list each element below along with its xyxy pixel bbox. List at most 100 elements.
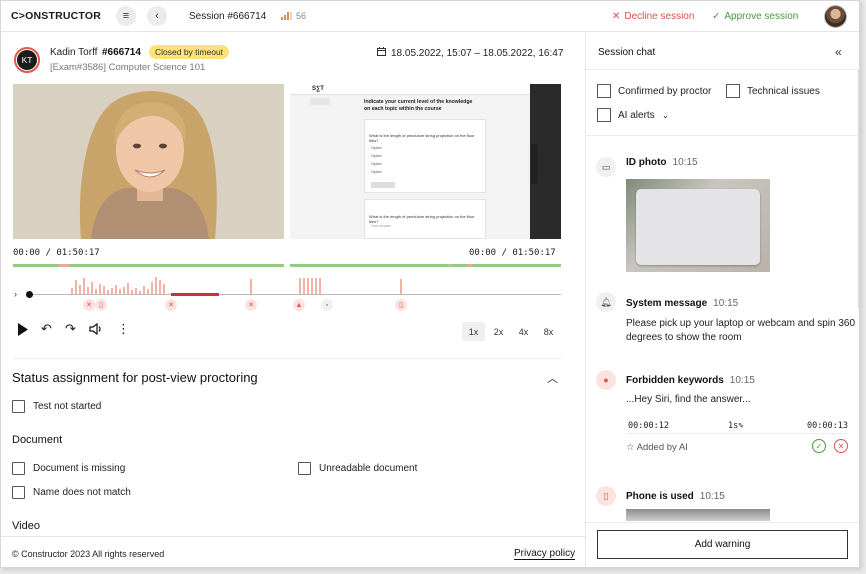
checkbox-test-not-started[interactable]: Test not started: [12, 400, 101, 413]
webcam-track: [13, 264, 284, 267]
checkbox-box[interactable]: [12, 486, 25, 499]
menu-icon[interactable]: ≡: [116, 6, 136, 26]
chat-scrollbar[interactable]: [858, 69, 859, 309]
volume-icon[interactable]: [89, 322, 103, 338]
checkbox-label: Unreadable document: [319, 463, 418, 474]
signal-bars-icon: [281, 12, 292, 20]
screen-option: Option: [371, 162, 382, 166]
chevron-up-icon[interactable]: ︿: [547, 370, 558, 386]
message-title: Phone is used 10:15: [626, 491, 725, 502]
collapse-panel-icon[interactable]: «: [835, 45, 842, 59]
approve-label: Approve session: [724, 11, 799, 22]
chevron-right-icon[interactable]: ›: [14, 289, 17, 299]
filter-label: AI alerts: [618, 109, 655, 121]
keywords-text: ...Hey Siri, find the answer...: [626, 394, 751, 405]
filter-technical-issues[interactable]: Technical issues: [726, 84, 820, 98]
decline-label: Decline session: [624, 11, 695, 22]
speed-8x-button[interactable]: 8x: [537, 322, 560, 341]
check-icon: ✓: [712, 11, 721, 22]
id-card: [636, 189, 760, 265]
student-name: Kadin Torff: [50, 47, 98, 58]
pencil-icon[interactable]: ✎: [738, 421, 743, 431]
screen-content: S∑T Indicate your current level of the k…: [290, 84, 538, 239]
system-message-text: Please pick up your laptop or webcam and…: [626, 318, 856, 343]
calendar-icon: [377, 47, 386, 59]
screen-question: What is the length of pendulum string pr…: [369, 133, 475, 143]
privacy-policy-link[interactable]: Privacy policy: [514, 548, 576, 560]
screen-question-2: What is the length of pendulum string pr…: [369, 214, 475, 224]
checkbox-box[interactable]: [597, 84, 611, 98]
constructor-logo: C>ONSTRUCTOR: [11, 10, 102, 22]
webcam-video[interactable]: [13, 84, 284, 239]
screen-track: [290, 264, 561, 267]
filter-label: Confirmed by proctor: [618, 85, 712, 97]
rewind-icon[interactable]: ↶: [41, 321, 52, 337]
timeline[interactable]: › ✕ ▯ ✕ ✕ ▲ ▫ ▯: [13, 263, 561, 313]
checkbox-box[interactable]: [12, 462, 25, 475]
chevron-down-icon[interactable]: ⌄: [662, 110, 670, 121]
webcam-frame: [13, 84, 284, 239]
microphone-icon: ●: [596, 370, 616, 390]
message-time: 10:15: [672, 157, 698, 168]
top-bar: C>ONSTRUCTOR ≡ ‹ Session #666714 56 ✕ De…: [1, 1, 859, 32]
phone-event-icon[interactable]: ▯: [395, 299, 407, 311]
playhead-handle[interactable]: [26, 291, 33, 298]
checkbox-label: Document is missing: [33, 463, 126, 474]
flagged-segment: [171, 293, 219, 296]
confirm-alert-button[interactable]: ✓: [812, 439, 826, 453]
checkbox-document-missing[interactable]: Document is missing: [12, 462, 125, 475]
checkbox-unreadable-document[interactable]: Unreadable document: [298, 462, 417, 475]
screen-share-video[interactable]: S∑T Indicate your current level of the k…: [290, 84, 561, 239]
clip-end-time: 00:00:13: [807, 421, 848, 431]
approve-session-button[interactable]: ✓ Approve session: [712, 11, 798, 22]
mute-event-icon[interactable]: ✕: [165, 299, 177, 311]
screen-heading: Indicate your current level of the knowl…: [364, 99, 473, 112]
filter-confirmed-by-proctor[interactable]: Confirmed by proctor: [597, 84, 711, 98]
id-photo-image[interactable]: [626, 179, 770, 272]
session-chat-panel: Session chat « Confirmed by proctor Tech…: [585, 32, 859, 567]
user-avatar[interactable]: [824, 5, 847, 28]
screen-brand: S∑T: [312, 86, 324, 92]
play-icon[interactable]: [17, 323, 29, 339]
phone-event-icon[interactable]: ▯: [95, 299, 107, 311]
back-icon[interactable]: ‹: [147, 6, 167, 26]
speed-1x-button[interactable]: 1x: [462, 322, 485, 341]
added-by-ai: ☆ Added by AI: [626, 442, 688, 453]
session-score: 56: [296, 11, 307, 21]
footer: © Constructor 2023 All rights reserved P…: [1, 536, 585, 567]
clip-duration[interactable]: 1s✎: [728, 421, 743, 431]
message-time: 10:15: [729, 375, 755, 386]
session-date-range: 18.05.2022, 15:07 – 18.05.2022, 16:47: [377, 47, 563, 59]
warning-event-icon[interactable]: ▲: [293, 299, 305, 311]
mute-event-icon[interactable]: ✕: [245, 299, 257, 311]
speed-2x-button[interactable]: 2x: [487, 322, 510, 341]
forward-icon[interactable]: ↷: [65, 321, 76, 337]
chat-title: Session chat: [598, 47, 656, 58]
mute-event-icon[interactable]: ✕: [83, 299, 95, 311]
reject-alert-button[interactable]: ✕: [834, 439, 848, 453]
comment-event-icon[interactable]: ▫: [321, 299, 333, 311]
add-warning-button[interactable]: Add warning: [597, 530, 848, 559]
close-icon: ✕: [612, 11, 621, 22]
decline-session-button[interactable]: ✕ Decline session: [612, 11, 694, 22]
screen-time: 00:00 / 01:50:17: [469, 248, 556, 258]
speed-4x-button[interactable]: 4x: [512, 322, 535, 341]
checkbox-box[interactable]: [12, 400, 25, 413]
phone-snapshot-image[interactable]: [626, 509, 770, 521]
message-title: System message 10:15: [626, 298, 739, 309]
checkbox-box[interactable]: [597, 108, 611, 122]
filter-ai-alerts[interactable]: AI alerts ⌄: [597, 108, 669, 122]
document-group-label: Document: [12, 434, 63, 446]
checkbox-name-mismatch[interactable]: Name does not match: [12, 486, 131, 499]
checkbox-box[interactable]: [726, 84, 740, 98]
copyright: © Constructor 2023 All rights reserved: [12, 549, 165, 559]
bell-icon: 🔔︎: [596, 292, 616, 312]
more-options-icon[interactable]: ⋮: [117, 321, 130, 337]
checkbox-box[interactable]: [298, 462, 311, 475]
scrub-bar[interactable]: [27, 294, 561, 295]
screen-option: Option: [371, 154, 382, 158]
audio-activity: [71, 276, 165, 294]
message-time: 10:15: [713, 298, 739, 309]
star-icon: ☆: [626, 442, 635, 453]
status-section-title: Status assignment for post-view proctori…: [12, 370, 258, 385]
